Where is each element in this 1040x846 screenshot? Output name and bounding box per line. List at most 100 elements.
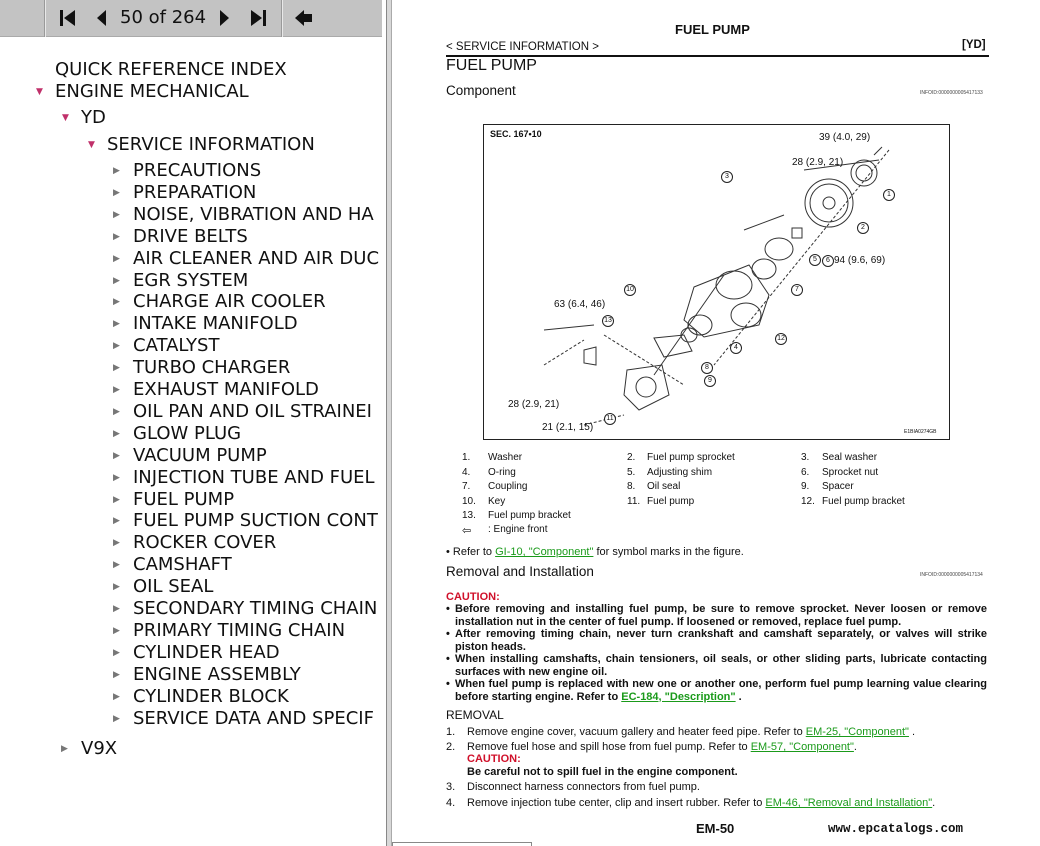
refer-text: • Refer to [446,546,496,558]
tree-item-fuel-pump[interactable]: FUEL PUMP [133,489,234,511]
tree-item-egr-system[interactable]: EGR SYSTEM [133,270,248,292]
tree-item-preparation[interactable]: PREPARATION [133,182,256,204]
horizontal-scrollbar[interactable] [392,842,532,846]
collapsed-arrow-icon[interactable]: ▶ [113,248,120,270]
collapsed-arrow-icon[interactable]: ▶ [113,642,120,664]
expanded-arrow-icon[interactable]: ▼ [62,107,69,129]
tree-item-drive-belts[interactable]: DRIVE BELTS [133,226,248,248]
tree-item-cylinder-block[interactable]: CYLINDER BLOCK [133,686,289,708]
step-text: Remove engine cover, vacuum gallery and … [467,726,915,738]
punct: . [853,741,857,753]
collapsed-arrow-icon[interactable]: ▶ [113,576,120,598]
collapsed-arrow-icon[interactable]: ▶ [113,204,120,226]
link-gi-10[interactable]: GI-10, "Component" [495,546,593,558]
step-link[interactable]: EM-46, "Removal and Installation" [765,797,932,809]
legend-number: 10. [462,495,476,507]
tree-item-v9x[interactable]: V9X [81,738,117,760]
collapsed-arrow-icon[interactable]: ▶ [113,532,120,554]
tree-item-catalyst[interactable]: CATALYST [133,335,219,357]
collapsed-arrow-icon[interactable]: ▶ [113,664,120,686]
tree-item-secondary-timing-chain[interactable]: SECONDARY TIMING CHAIN [133,598,377,620]
torque-spec: 28 (2.9, 21) [792,157,844,168]
tree-item-intake-manifold[interactable]: INTAKE MANIFOLD [133,313,298,335]
next-page-icon [220,10,229,26]
collapsed-arrow-icon[interactable]: ▶ [113,686,120,708]
prev-page-button[interactable] [92,6,112,30]
collapsed-arrow-icon[interactable]: ▶ [113,598,120,620]
collapsed-arrow-icon[interactable]: ▶ [113,554,120,576]
collapsed-arrow-icon[interactable]: ▶ [113,313,120,335]
symbol-reference: • Refer to GI-10, "Component" for symbol… [446,546,744,558]
collapsed-arrow-icon[interactable]: ▶ [113,160,120,182]
collapsed-arrow-icon[interactable]: ▶ [113,708,120,730]
tree-item-oil-seal[interactable]: OIL SEAL [133,576,213,598]
collapsed-arrow-icon[interactable]: ▶ [113,467,120,489]
tree-item-yd[interactable]: YD [81,107,106,129]
tree-item-service-information[interactable]: SERVICE INFORMATION [107,134,315,156]
collapsed-arrow-icon[interactable]: ▶ [113,357,120,379]
callout-number: 11 [604,413,616,425]
callout-number: 10 [624,284,636,296]
next-page-button[interactable] [214,6,234,30]
expanded-arrow-icon[interactable]: ▼ [88,134,95,156]
tree-item-noise-vibration-and-ha[interactable]: NOISE, VIBRATION AND HA [133,204,374,226]
last-page-button[interactable] [246,6,270,30]
collapsed-arrow-icon[interactable]: ▶ [113,510,120,532]
caution-item: • Before removing and installing fuel pum… [446,603,987,628]
tree-item-engine-assembly[interactable]: ENGINE ASSEMBLY [133,664,301,686]
caution-text: When installing camshafts, chain tension… [455,653,987,678]
step-link[interactable]: EM-25, "Component" [806,726,909,738]
info-id: INFOID:0000000005417133 [920,90,983,96]
tree-item-vacuum-pump[interactable]: VACUUM PUMP [133,445,267,467]
collapsed-arrow-icon[interactable]: ▶ [113,291,120,313]
legend-number: 3. [801,452,810,463]
tree-item-air-cleaner-and-air-duc[interactable]: AIR CLEANER AND AIR DUC [133,248,379,270]
callout-number: 7 [791,284,803,296]
tree-item-rocker-cover[interactable]: ROCKER COVER [133,532,276,554]
step-number: 4. [446,797,456,809]
removal-label: REMOVAL [446,708,504,722]
engine-code: [YD] [962,39,986,51]
collapsed-arrow-icon[interactable]: ▶ [113,489,120,511]
tree-item-camshaft[interactable]: CAMSHAFT [133,554,232,576]
step-link[interactable]: EM-57, "Component" [751,741,854,753]
legend-label: Key [488,495,506,507]
engine-front-label: : Engine front [488,524,548,535]
back-button[interactable] [292,6,316,30]
collapsed-arrow-icon[interactable]: ▶ [113,335,120,357]
collapsed-arrow-icon[interactable]: ▶ [113,445,120,467]
tree-item-cylinder-head[interactable]: CYLINDER HEAD [133,642,280,664]
link-ec-184[interactable]: EC-184, "Description" [621,691,735,703]
tree-item-precautions[interactable]: PRECAUTIONS [133,160,261,182]
first-page-button[interactable] [56,6,80,30]
tree-item-glow-plug[interactable]: GLOW PLUG [133,423,241,445]
collapsed-arrow-icon[interactable]: ▶ [113,182,120,204]
punct: . [908,726,916,738]
tree-item-turbo-charger[interactable]: TURBO CHARGER [133,357,290,379]
collapsed-arrow-icon[interactable]: ▶ [113,423,120,445]
callout-number: 12 [775,333,787,345]
tree-item-oil-pan-and-oil-strainei[interactable]: OIL PAN AND OIL STRAINEI [133,401,372,423]
collapsed-arrow-icon[interactable]: ▶ [113,620,120,642]
expanded-arrow-icon[interactable]: ▼ [36,81,43,103]
callout-number: 2 [857,222,869,234]
step-text: Disconnect harness connectors from fuel … [467,781,700,793]
page-toolbar: 50 of 264 [0,0,382,37]
page-indicator: 50 of 264 [120,7,207,28]
collapsed-arrow-icon[interactable]: ▶ [113,270,120,292]
refer-text: for symbol marks in the figure. [593,546,744,558]
torque-spec: 63 (6.4, 46) [554,299,606,310]
tree-item-charge-air-cooler[interactable]: CHARGE AIR COOLER [133,291,326,313]
collapsed-arrow-icon[interactable]: ▶ [61,738,68,760]
tree-item-engine-mechanical[interactable]: ENGINE MECHANICAL [55,81,249,103]
tree-item-primary-timing-chain[interactable]: PRIMARY TIMING CHAIN [133,620,345,642]
tree-item-injection-tube-and-fuel[interactable]: INJECTION TUBE AND FUEL [133,467,375,489]
tree-item-fuel-pump-suction-cont[interactable]: FUEL PUMP SUCTION CONT [133,510,378,532]
collapsed-arrow-icon[interactable]: ▶ [113,226,120,248]
tree-item-exhaust-manifold[interactable]: EXHAUST MANIFOLD [133,379,319,401]
collapsed-arrow-icon[interactable]: ▶ [113,379,120,401]
collapsed-arrow-icon[interactable]: ▶ [113,401,120,423]
tree-item-quick-reference-index[interactable]: QUICK REFERENCE INDEX [55,59,287,81]
watermark: www.epcatalogs.com [828,822,964,836]
tree-item-service-data-and-specif[interactable]: SERVICE DATA AND SPECIF [133,708,374,730]
